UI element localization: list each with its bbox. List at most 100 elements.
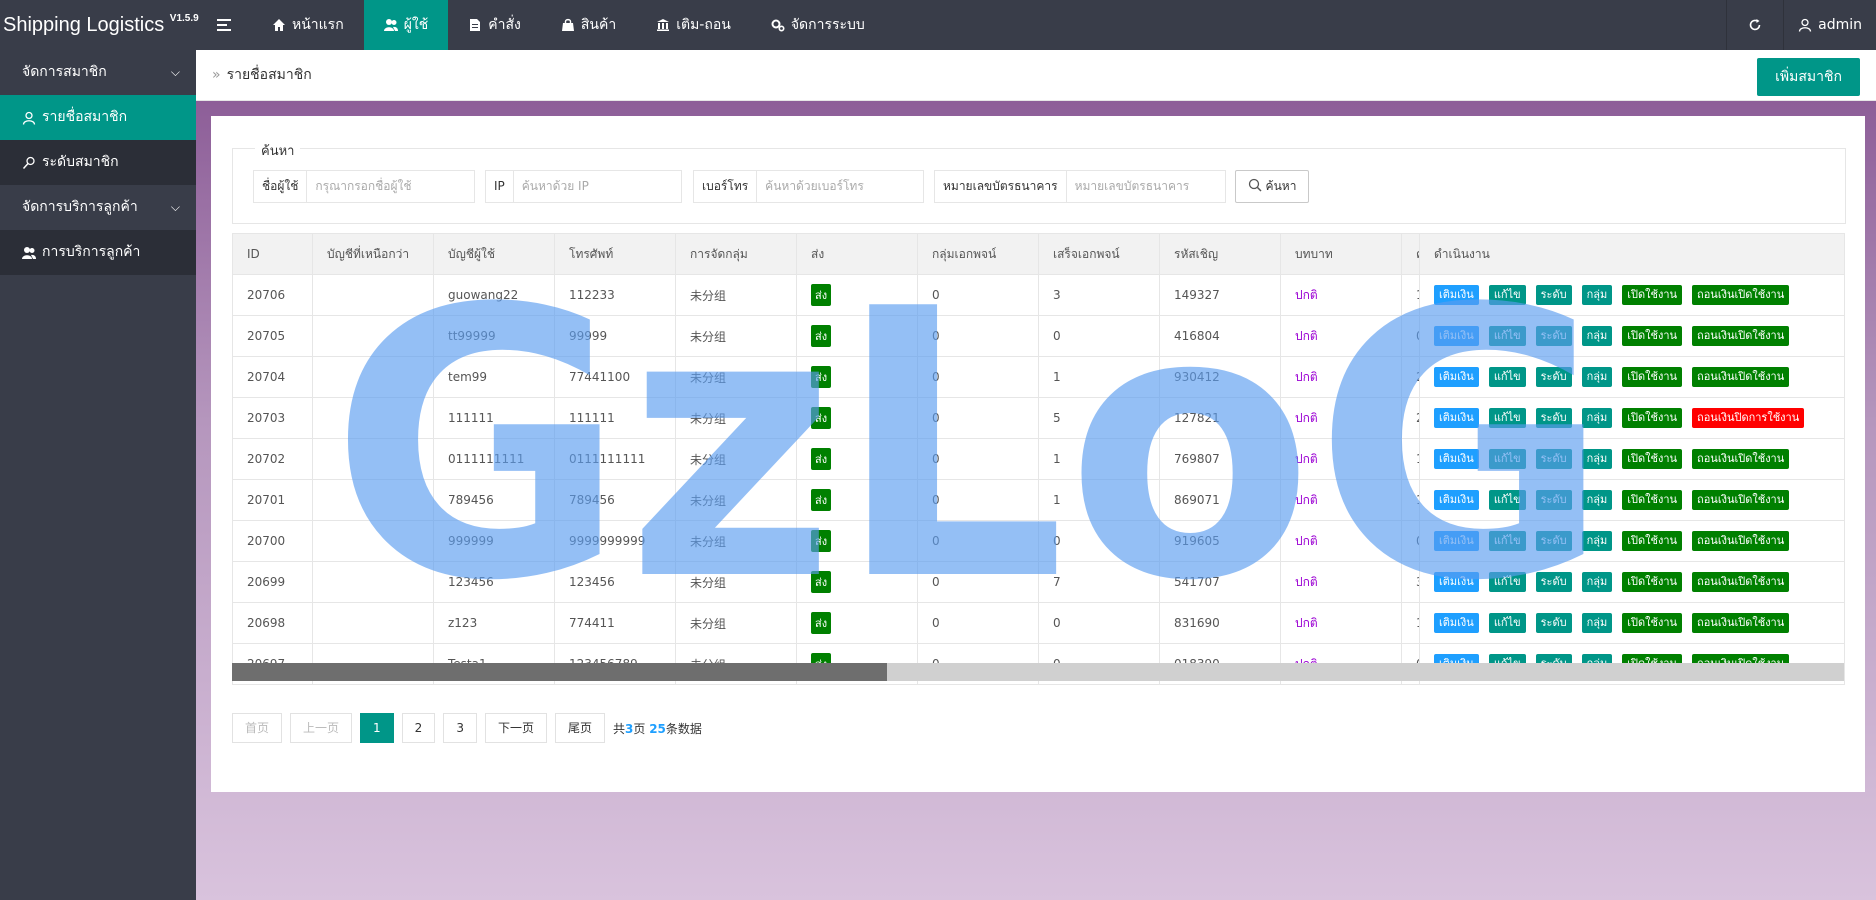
add-member-button[interactable]: เพิ่มสมาชิก <box>1757 58 1860 96</box>
deposit-button[interactable]: เติมเงิน <box>1434 285 1479 305</box>
user-menu[interactable]: admin <box>1783 0 1876 50</box>
send-badge[interactable]: ส่ง <box>811 448 832 470</box>
send-badge[interactable]: ส่ง <box>811 284 832 306</box>
enable-button[interactable]: เปิดใช้งาน <box>1622 572 1683 592</box>
enable-button[interactable]: เปิดใช้งาน <box>1622 285 1683 305</box>
enable-button[interactable]: เปิดใช้งาน <box>1622 490 1683 510</box>
next-page-button[interactable]: 下一页 <box>484 713 547 743</box>
page-3-button[interactable]: 3 <box>443 713 477 743</box>
table-row[interactable]: 20705tt9999999999未分组ส่ง00416804ปกติ0เติม… <box>232 315 1845 357</box>
withdraw-toggle-button[interactable]: ถอนเงินเปิดใช้งาน <box>1692 326 1790 346</box>
enable-button[interactable]: เปิดใช้งาน <box>1622 449 1683 469</box>
edit-button[interactable]: แก้ไข <box>1488 572 1526 592</box>
deposit-button[interactable]: เติมเงิน <box>1434 326 1479 346</box>
withdraw-toggle-button[interactable]: ถอนเงินเปิดใช้งาน <box>1692 531 1790 551</box>
deposit-button[interactable]: เติมเงิน <box>1434 490 1479 510</box>
nav-system[interactable]: จัดการระบบ <box>751 0 885 50</box>
page-1-button[interactable]: 1 <box>360 713 394 743</box>
table-row[interactable]: 20702 0111111111 0111111111 未分组 ส่ง 0 1 769807 ป… <box>232 438 1845 480</box>
sidebar-item-customer-service[interactable]: การบริการลูกค้า <box>0 230 196 275</box>
level-button[interactable]: ระดับ <box>1535 613 1572 633</box>
edit-button[interactable]: แก้ไข <box>1488 613 1526 633</box>
level-button[interactable]: ระดับ <box>1535 572 1572 592</box>
table-row[interactable]: 20703111111111111未分组ส่ง05127821ปกติ2เติม… <box>232 397 1845 439</box>
send-badge[interactable]: ส่ง <box>811 366 832 388</box>
first-page-button[interactable]: 首页 <box>232 713 283 743</box>
horizontal-scrollbar[interactable] <box>232 663 1844 681</box>
level-button[interactable]: ระดับ <box>1535 285 1572 305</box>
group-button[interactable]: กลุ่ม <box>1581 572 1613 592</box>
deposit-button[interactable]: เติมเงิน <box>1434 613 1479 633</box>
edit-button[interactable]: แก้ไข <box>1488 408 1526 428</box>
nav-users[interactable]: ผู้ใช้ <box>363 0 449 50</box>
send-badge[interactable]: ส่ง <box>811 325 832 347</box>
nav-products[interactable]: สินค้า <box>541 0 636 50</box>
edit-button[interactable]: แก้ไข <box>1488 531 1526 551</box>
search-button[interactable]: ค้นหา <box>1235 170 1309 203</box>
deposit-button[interactable]: เติมเงิน <box>1434 449 1479 469</box>
app-logo[interactable]: Shipping Logistics V1.5.9 <box>0 0 199 50</box>
withdraw-toggle-button[interactable]: ถอนเงินเปิดใช้งาน <box>1692 285 1790 305</box>
group-button[interactable]: กลุ่ม <box>1581 531 1613 551</box>
level-button[interactable]: ระดับ <box>1535 326 1572 346</box>
send-badge[interactable]: ส่ง <box>811 612 832 634</box>
last-page-button[interactable]: 尾页 <box>554 713 605 743</box>
level-button[interactable]: ระดับ <box>1535 531 1572 551</box>
page-2-button[interactable]: 2 <box>401 713 436 743</box>
nav-orders[interactable]: คำสั่ง <box>448 0 541 50</box>
sidebar-item-member-list[interactable]: รายชื่อสมาชิก <box>0 95 196 140</box>
enable-button[interactable]: เปิดใช้งาน <box>1622 531 1683 551</box>
table-row[interactable]: 20701789456789456未分组ส่ง01869071ปกติ1เติม… <box>232 479 1845 521</box>
level-button[interactable]: ระดับ <box>1535 449 1572 469</box>
group-button[interactable]: กลุ่ม <box>1581 285 1613 305</box>
nav-home[interactable]: หน้าแรก <box>252 0 364 50</box>
level-button[interactable]: ระดับ <box>1535 490 1572 510</box>
enable-button[interactable]: เปิดใช้งาน <box>1622 613 1683 633</box>
table-row[interactable]: 20698z123774411未分组ส่ง00831690ปกติ1เติมเง… <box>232 602 1845 644</box>
withdraw-toggle-button[interactable]: ถอนเงินเปิดใช้งาน <box>1692 613 1790 633</box>
edit-button[interactable]: แก้ไข <box>1488 326 1526 346</box>
withdraw-toggle-button[interactable]: ถอนเงินเปิดใช้งาน <box>1692 572 1790 592</box>
withdraw-toggle-button[interactable]: ถอนเงินเปิดใช้งาน <box>1692 490 1790 510</box>
edit-button[interactable]: แก้ไข <box>1488 285 1526 305</box>
send-badge[interactable]: ส่ง <box>811 489 832 511</box>
group-button[interactable]: กลุ่ม <box>1581 367 1613 387</box>
deposit-button[interactable]: เติมเงิน <box>1434 408 1479 428</box>
deposit-button[interactable]: เติมเงิน <box>1434 531 1479 551</box>
sidebar-group-customer-service[interactable]: จัดการบริการลูกค้า ⌵ <box>0 185 196 230</box>
scrollbar-thumb[interactable] <box>232 663 887 681</box>
sidebar-item-member-level[interactable]: ระดับสมาชิก <box>0 140 196 185</box>
group-button[interactable]: กลุ่ม <box>1581 408 1613 428</box>
table-row[interactable]: 207009999999999999999未分组ส่ง00919605ปกติ0… <box>232 520 1845 562</box>
enable-button[interactable]: เปิดใช้งาน <box>1622 367 1683 387</box>
enable-button[interactable]: เปิดใช้งาน <box>1622 326 1683 346</box>
menu-toggle-button[interactable] <box>196 0 252 50</box>
bank-card-input[interactable]: หมายเลขบัตรธนาคาร <box>1067 171 1225 202</box>
group-button[interactable]: กลุ่ม <box>1581 490 1613 510</box>
table-row[interactable]: 20706guowang22112233未分组ส่ง03149327ปกติ1เ… <box>232 274 1845 316</box>
username-input[interactable]: กรุณากรอกชื่อผู้ใช้ <box>307 171 474 202</box>
phone-input[interactable]: ค้นหาด้วยเบอร์โทร <box>757 171 923 202</box>
withdraw-toggle-button[interactable]: ถอนเงินเปิดใช้งาน <box>1692 449 1790 469</box>
refresh-button[interactable] <box>1726 0 1783 50</box>
edit-button[interactable]: แก้ไข <box>1488 449 1526 469</box>
group-button[interactable]: กลุ่ม <box>1581 449 1613 469</box>
withdraw-toggle-button[interactable]: ถอนเงินเปิดใช้งาน <box>1692 367 1790 387</box>
send-badge[interactable]: ส่ง <box>811 407 832 429</box>
ip-input[interactable]: ค้นหาด้วย IP <box>514 171 681 202</box>
group-button[interactable]: กลุ่ม <box>1581 326 1613 346</box>
deposit-button[interactable]: เติมเงิน <box>1434 367 1479 387</box>
prev-page-button[interactable]: 上一页 <box>290 713 353 743</box>
withdraw-toggle-button[interactable]: ถอนเงินปิดการใช้งาน <box>1692 408 1805 428</box>
group-button[interactable]: กลุ่ม <box>1581 613 1613 633</box>
sidebar-group-members[interactable]: จัดการสมาชิก ⌵ <box>0 50 196 95</box>
send-badge[interactable]: ส่ง <box>811 571 832 593</box>
table-row[interactable]: 20699123456123456未分组ส่ง07541707ปกติ3เติม… <box>232 561 1845 603</box>
edit-button[interactable]: แก้ไข <box>1488 367 1526 387</box>
deposit-button[interactable]: เติมเงิน <box>1434 572 1479 592</box>
level-button[interactable]: ระดับ <box>1535 367 1572 387</box>
table-row[interactable]: 20704tem9977441100未分组ส่ง01930412ปกติ2เติ… <box>232 356 1845 398</box>
nav-deposit-withdraw[interactable]: เติม-ถอน <box>636 0 751 50</box>
edit-button[interactable]: แก้ไข <box>1488 490 1526 510</box>
enable-button[interactable]: เปิดใช้งาน <box>1622 408 1683 428</box>
